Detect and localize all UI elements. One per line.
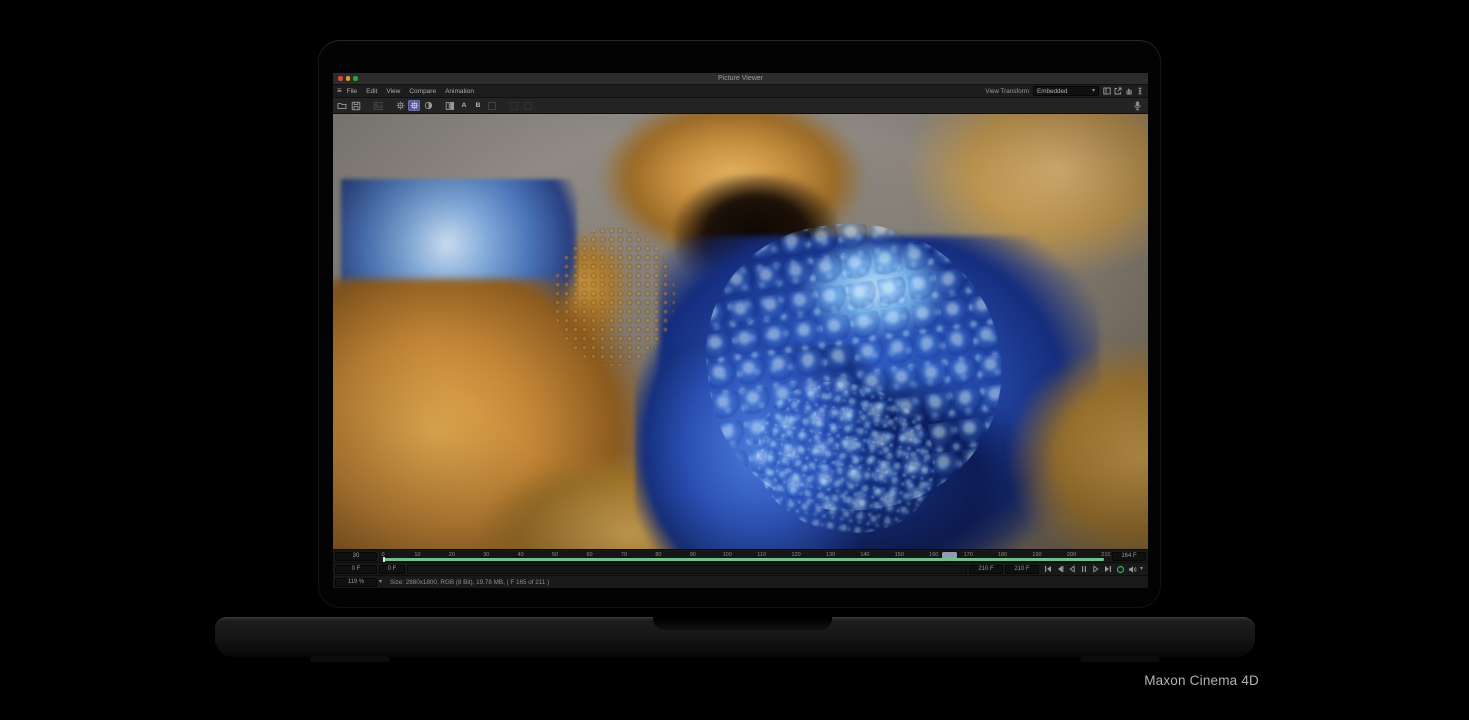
- view-transform-value: Embedded: [1037, 88, 1067, 95]
- range-end-field[interactable]: 210 F: [969, 565, 1003, 574]
- open-folder-button[interactable]: [336, 100, 348, 111]
- menu-item[interactable]: Edit: [366, 88, 377, 95]
- filter-disabled-button: [372, 100, 384, 111]
- status-bar: 119 % ▾ Size: 2880x1800, RGB (8 Bit), 19…: [333, 575, 1148, 588]
- chevron-down-icon: ▾: [1092, 88, 1095, 94]
- view-transform-dropdown[interactable]: Embedded ▾: [1033, 86, 1099, 96]
- previous-frame-button[interactable]: [1056, 565, 1065, 574]
- laptop-lid-scoop: [653, 617, 832, 630]
- settings-gear-button[interactable]: [394, 100, 406, 111]
- caption-text: Maxon Cinema 4D: [0, 673, 1259, 688]
- goto-end-button[interactable]: [1104, 565, 1113, 574]
- viewer-toolbar: A B: [333, 98, 1148, 114]
- menu-item[interactable]: View: [386, 88, 400, 95]
- history-disabled-button: [508, 100, 520, 111]
- menu-items: File Edit View Compare Animation: [347, 88, 474, 95]
- page-background: Picture Viewer ≡ File Edit View Compare Anim…: [0, 0, 1469, 720]
- play-backward-button[interactable]: [1068, 565, 1077, 574]
- hamburger-menu-icon[interactable]: ≡: [337, 87, 342, 95]
- compare-a-button[interactable]: A: [458, 100, 470, 111]
- pin-icon[interactable]: [1136, 87, 1144, 95]
- contrast-button[interactable]: [422, 100, 434, 111]
- view-transform-group: View Transform Embedded ▾: [985, 86, 1144, 96]
- compare-link-disabled-button: [486, 100, 498, 111]
- timeline-range-row: 0 F 0 F 210 F 210 F: [333, 562, 1148, 575]
- cached-frames-bar: [383, 558, 1104, 561]
- compare-b-button[interactable]: B: [472, 100, 484, 111]
- viewer-window-tools: [1103, 87, 1144, 95]
- end-frame-field[interactable]: 210 F: [1005, 565, 1039, 574]
- menu-bar: ≡ File Edit View Compare Animation View Tran…: [333, 85, 1148, 98]
- save-image-button[interactable]: [350, 100, 362, 111]
- range-start-field[interactable]: 0 F: [379, 565, 405, 574]
- play-forward-button[interactable]: [1092, 565, 1101, 574]
- range-slider-track[interactable]: [407, 565, 967, 574]
- start-frame-field[interactable]: 0 F: [335, 565, 377, 574]
- view-transform-label: View Transform: [985, 88, 1029, 95]
- fps-field[interactable]: 30: [335, 552, 377, 561]
- sound-button[interactable]: [1128, 565, 1137, 574]
- menu-item[interactable]: Animation: [445, 88, 474, 95]
- microphone-icon[interactable]: [1133, 101, 1142, 111]
- laptop-screen: Picture Viewer ≡ File Edit View Compare Anim…: [333, 73, 1148, 588]
- open-external-icon[interactable]: [1114, 87, 1122, 95]
- goto-start-button[interactable]: [1044, 565, 1053, 574]
- picture-viewer-window: Picture Viewer ≡ File Edit View Compare Anim…: [333, 73, 1148, 588]
- loop-playback-button[interactable]: [1116, 565, 1125, 574]
- laptop-foot-right: [1080, 656, 1160, 662]
- timeline-ruler-row: 30 0102030405060708090100110120130140150…: [333, 549, 1148, 562]
- pause-button[interactable]: [1080, 565, 1089, 574]
- compare-ab-button[interactable]: [444, 100, 456, 111]
- panel-layout-icon[interactable]: [1103, 87, 1111, 95]
- hand-pan-icon[interactable]: [1125, 87, 1133, 95]
- playhead-frame-field[interactable]: 164 F: [1112, 552, 1146, 561]
- menu-item[interactable]: File: [347, 88, 357, 95]
- range-start-handle[interactable]: [383, 557, 385, 562]
- rendered-image-viewport[interactable]: [333, 114, 1148, 549]
- zoom-dropdown-arrow[interactable]: ▾: [379, 579, 382, 585]
- menu-item[interactable]: Compare: [409, 88, 436, 95]
- laptop-foot-left: [310, 656, 390, 662]
- display-options-button-active[interactable]: [408, 100, 420, 111]
- image-info-text: Size: 2880x1800, RGB (8 Bit), 19.78 MB, …: [390, 579, 549, 586]
- window-title: Picture Viewer: [333, 75, 1148, 82]
- animation-timeline: 30 0102030405060708090100110120130140150…: [333, 549, 1148, 588]
- transport-controls: ▾: [1041, 565, 1146, 574]
- zoom-level-field[interactable]: 119 %: [335, 578, 377, 587]
- playback-options-arrow[interactable]: ▾: [1140, 566, 1143, 572]
- laptop-lid: Picture Viewer ≡ File Edit View Compare Anim…: [318, 40, 1161, 608]
- window-titlebar: Picture Viewer: [333, 73, 1148, 85]
- frame-ruler[interactable]: 0102030405060708090100110120130140150160…: [379, 551, 1110, 562]
- render-vignette: [333, 114, 1148, 549]
- laptop-base: [215, 617, 1255, 657]
- stereo-disabled-button: [522, 100, 534, 111]
